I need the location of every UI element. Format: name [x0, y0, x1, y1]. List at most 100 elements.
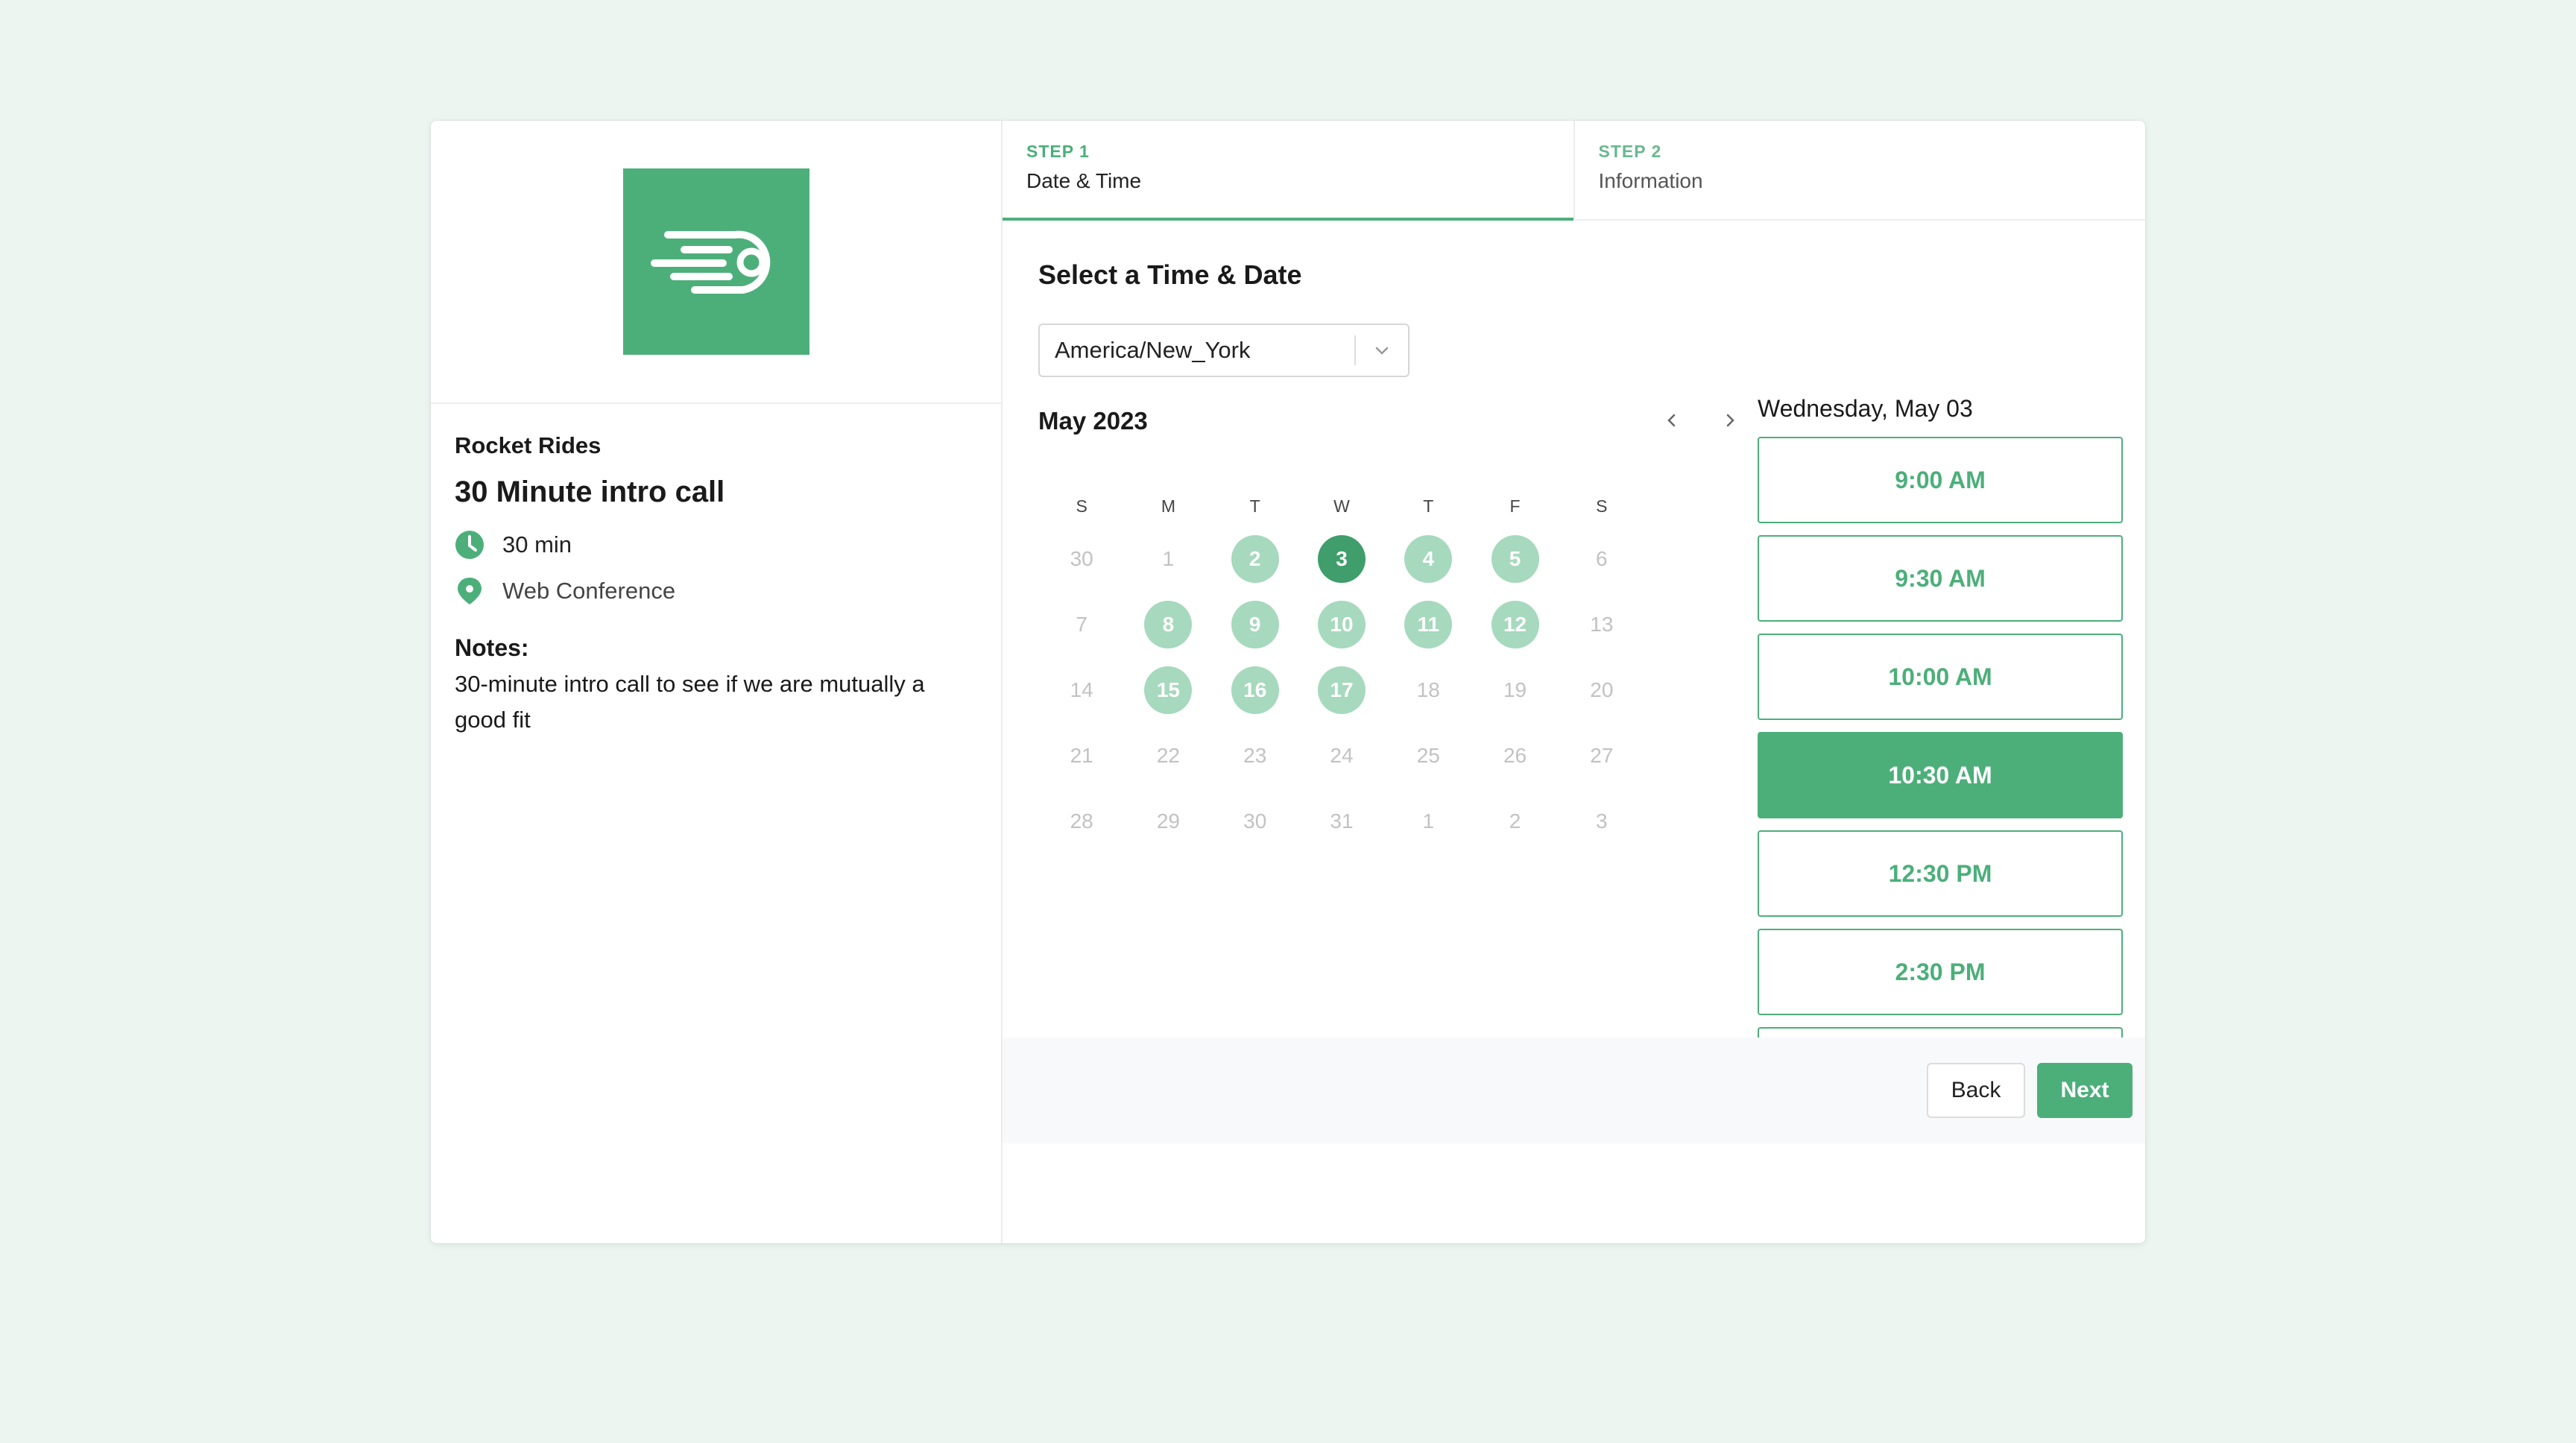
day-number: 7 — [1076, 613, 1087, 636]
location-pin-icon — [455, 576, 484, 606]
weekday-header: S M T W T F S — [1038, 496, 1645, 526]
booking-card: Rocket Rides 30 Minute intro call 30 min… — [431, 121, 2145, 1243]
calendar-day-available[interactable]: 4 — [1385, 526, 1471, 592]
time-slot-button[interactable]: 9:30 AM — [1758, 535, 2123, 622]
time-slot-button[interactable]: 2:30 PM — [1758, 929, 2123, 1015]
calendar-day-available[interactable]: 17 — [1298, 657, 1385, 723]
calendar-day-available[interactable]: 10 — [1298, 592, 1385, 657]
day-number: 1 — [1162, 547, 1175, 570]
page-title: Select a Time & Date — [1038, 259, 1302, 290]
day-number: 9 — [1231, 601, 1279, 648]
time-slot-list: 9:00 AM 9:30 AM 10:00 AM 10:30 AM 12:30 PM 2:… — [1758, 437, 2123, 1125]
calendar-day: 25 — [1385, 723, 1471, 789]
step-number: STEP 2 — [1598, 142, 1662, 161]
next-button[interactable]: Next — [2037, 1063, 2133, 1118]
timezone-select[interactable]: America/New_York — [1038, 323, 1409, 377]
calendar-day: 30 — [1038, 526, 1125, 592]
weekday-label: S — [1076, 496, 1087, 516]
calendar-day: 24 — [1298, 723, 1385, 789]
step-label: Date & Time — [1026, 169, 1142, 192]
company-name: Rocket Rides — [455, 432, 602, 458]
calendar-day-selected[interactable]: 3 — [1298, 526, 1385, 592]
company-logo — [622, 168, 809, 355]
calendar-week: 28 29 30 31 1 2 3 — [1038, 789, 1645, 854]
footer-bar: Back Next — [1003, 1038, 2145, 1143]
calendar-day: 19 — [1471, 657, 1558, 723]
duration-label: 30 min — [502, 531, 572, 558]
weekday-label: M — [1161, 496, 1175, 516]
chevron-left-icon[interactable] — [1657, 405, 1687, 435]
day-number: 10 — [1317, 601, 1366, 648]
time-slot-button[interactable]: 12:30 PM — [1758, 830, 2123, 917]
calendar-day-available[interactable]: 2 — [1212, 526, 1298, 592]
day-number: 18 — [1416, 678, 1440, 701]
calendar-day: 28 — [1038, 789, 1125, 854]
day-number: 16 — [1231, 666, 1279, 714]
day-number: 2 — [1231, 535, 1279, 583]
day-number: 6 — [1596, 547, 1608, 570]
time-slot-button[interactable]: 10:30 AM — [1758, 732, 2123, 818]
calendar-day-available[interactable]: 16 — [1212, 657, 1298, 723]
scheduler-body: Select a Time & Date America/New_York Ma… — [1003, 221, 2145, 1143]
day-number: 3 — [1596, 809, 1608, 833]
calendar-day: 31 — [1298, 789, 1385, 854]
calendar-day-available[interactable]: 15 — [1125, 657, 1211, 723]
calendar-day: 14 — [1038, 657, 1125, 723]
calendar-day: 29 — [1125, 789, 1211, 854]
weekday-label: T — [1249, 496, 1260, 516]
day-number: 4 — [1404, 535, 1453, 583]
timezone-value: America/New_York — [1055, 337, 1251, 363]
calendar-week: 21 22 23 24 25 26 27 — [1038, 723, 1645, 789]
day-number: 19 — [1503, 678, 1527, 701]
day-number: 31 — [1330, 809, 1354, 833]
day-number: 30 — [1243, 809, 1267, 833]
calendar-day-available[interactable]: 11 — [1385, 592, 1471, 657]
day-number: 23 — [1243, 744, 1267, 767]
day-number: 12 — [1491, 601, 1539, 648]
month-label: May 2023 — [1038, 407, 1148, 435]
calendar-day: 3 — [1559, 789, 1645, 854]
day-number: 5 — [1491, 535, 1539, 583]
day-number: 22 — [1156, 744, 1180, 767]
calendar-week: 30 1 2 3 4 5 6 — [1038, 526, 1645, 592]
duration-row: 30 min — [455, 530, 977, 560]
calendar-day: 13 — [1559, 592, 1645, 657]
day-number: 25 — [1416, 744, 1440, 767]
day-number: 26 — [1503, 744, 1527, 767]
calendar-day: 2 — [1471, 789, 1558, 854]
day-number: 27 — [1590, 744, 1614, 767]
tab-date-time[interactable]: STEP 1 Date & Time — [1003, 121, 1573, 221]
calendar-day-available[interactable]: 9 — [1212, 592, 1298, 657]
day-number: 29 — [1156, 809, 1180, 833]
calendar-day: 6 — [1559, 526, 1645, 592]
calendar-day-available[interactable]: 12 — [1471, 592, 1558, 657]
location-label: Web Conference — [502, 578, 676, 604]
step-tabs: STEP 1 Date & Time STEP 2 Information — [1003, 121, 2145, 221]
weekday-label: F — [1509, 496, 1521, 516]
chevron-right-icon[interactable] — [1715, 405, 1745, 435]
calendar-day: 21 — [1038, 723, 1125, 789]
time-slot-button[interactable]: 9:00 AM — [1758, 437, 2123, 523]
day-number: 1 — [1422, 809, 1435, 833]
day-number: 30 — [1070, 547, 1093, 570]
calendar-day: 26 — [1471, 723, 1558, 789]
calendar-day-available[interactable]: 5 — [1471, 526, 1558, 592]
selected-date-label: Wednesday, May 03 — [1758, 395, 1973, 422]
day-number: 2 — [1509, 809, 1521, 833]
time-slot-button[interactable]: 10:00 AM — [1758, 634, 2123, 720]
calendar-week: 7 8 9 10 11 12 13 — [1038, 592, 1645, 657]
calendar-day-available[interactable]: 8 — [1125, 592, 1211, 657]
comet-icon — [650, 230, 770, 294]
calendar-day: 7 — [1038, 592, 1125, 657]
calendar-day: 18 — [1385, 657, 1471, 723]
day-number: 15 — [1144, 666, 1193, 714]
tab-information[interactable]: STEP 2 Information — [1573, 121, 2146, 219]
day-number: 11 — [1404, 601, 1453, 648]
calendar-day: 1 — [1125, 526, 1211, 592]
event-title: 30 Minute intro call — [455, 476, 725, 508]
day-number: 21 — [1070, 744, 1093, 767]
back-button[interactable]: Back — [1927, 1063, 2025, 1118]
day-number: 28 — [1070, 809, 1093, 833]
chevron-down-icon[interactable] — [1356, 341, 1408, 359]
calendar-day: 20 — [1559, 657, 1645, 723]
